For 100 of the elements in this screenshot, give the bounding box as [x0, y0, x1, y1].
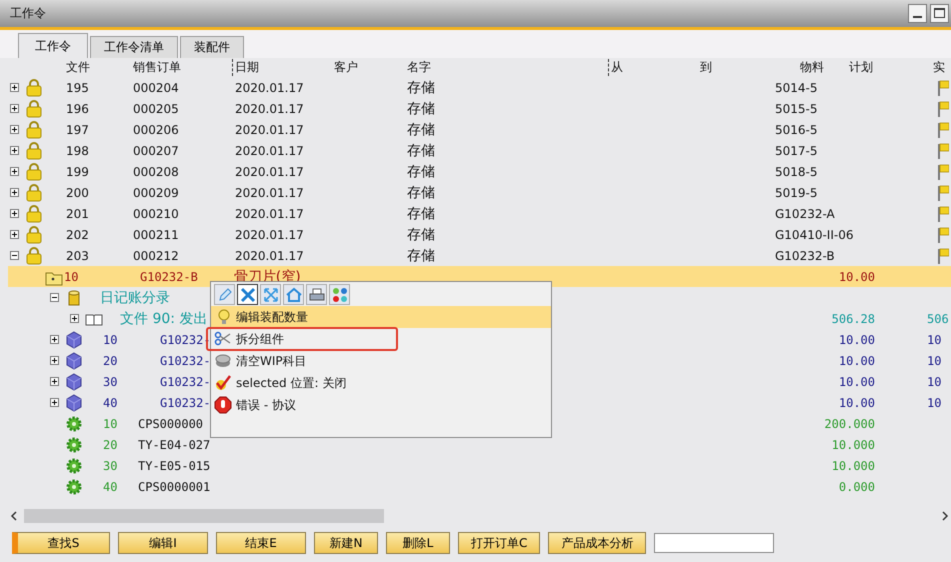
- action-button[interactable]: 删除L: [386, 532, 450, 554]
- table-cell-text: 000212: [133, 248, 180, 262]
- printer-icon[interactable]: [306, 284, 327, 305]
- menu-item[interactable]: 清空WIP科目: [211, 350, 551, 372]
- lock-icon: [25, 100, 43, 118]
- expander[interactable]: [10, 230, 19, 239]
- lock-icon: [25, 246, 43, 264]
- table-cell-text: 20: [103, 438, 118, 452]
- menu-item[interactable]: 错误 - 协议: [211, 394, 551, 416]
- minimize-button[interactable]: [908, 4, 927, 23]
- table-cell-text: G10232-B: [775, 248, 836, 262]
- table-cell: G10232-: [160, 396, 211, 410]
- table-cell-text: 2020.01.17: [235, 228, 305, 242]
- table-cell-text: 200: [66, 186, 90, 200]
- table-cell-text: 10: [927, 354, 942, 368]
- table-cell-text: 000209: [133, 186, 180, 200]
- expander[interactable]: [50, 377, 59, 386]
- column-header: 从: [608, 59, 700, 76]
- table-cell-text: 10: [927, 396, 942, 410]
- action-button[interactable]: 结束E: [216, 532, 306, 554]
- table-cell-text: 10: [103, 416, 118, 430]
- flag-icon: [937, 100, 949, 116]
- tab[interactable]: 工作令清单: [90, 36, 178, 58]
- input-field[interactable]: [654, 533, 774, 553]
- table-cell-text: 199: [66, 164, 90, 178]
- gear-icon: [65, 456, 83, 474]
- table-cell-text: 2020.01.17: [235, 144, 305, 158]
- menu-item[interactable]: 编辑装配数量: [211, 306, 551, 328]
- table-cell-text: 5017-5: [775, 144, 819, 158]
- table-cell: 日记账分录: [100, 288, 170, 306]
- expander[interactable]: [50, 335, 59, 344]
- table-cell-text: 20: [103, 354, 118, 368]
- dots-icon[interactable]: [329, 284, 350, 305]
- tab[interactable]: 装配件: [180, 36, 244, 58]
- table-cell-text: 10: [103, 332, 118, 346]
- table-cell-text: 000204: [133, 80, 180, 94]
- tab[interactable]: 工作令: [18, 33, 88, 58]
- expander[interactable]: [10, 125, 19, 134]
- menu-item[interactable]: selected 位置: 关闭: [211, 372, 551, 394]
- expander[interactable]: [50, 356, 59, 365]
- table-cell-text: 196: [66, 102, 90, 116]
- table-cell-text: 5016-5: [775, 122, 819, 136]
- table-cell-text: 201: [66, 206, 90, 220]
- column-header: 物料: [799, 59, 825, 76]
- expander[interactable]: [10, 104, 19, 113]
- menu-item[interactable]: 拆分组件: [211, 328, 551, 350]
- table-cell-text: 2020.01.17: [235, 164, 305, 178]
- column-header: 名字: [407, 59, 432, 76]
- flag-icon: [937, 248, 949, 264]
- table-cell-text: 存储: [407, 204, 436, 222]
- table-cell-text: 10.000: [830, 458, 875, 472]
- table-cell-text: 存储: [407, 78, 436, 96]
- action-button[interactable]: 编辑I: [118, 532, 208, 554]
- table-cell: G10232-: [160, 354, 211, 368]
- table-cell-text: 000211: [133, 228, 180, 242]
- action-button[interactable]: 新建N: [314, 532, 378, 554]
- expander[interactable]: [10, 146, 19, 155]
- expander[interactable]: [10, 83, 19, 92]
- table-cell-text: 2020.01.17: [235, 186, 305, 200]
- table-cell-text: 存储: [407, 184, 436, 202]
- action-button[interactable]: 查找S: [12, 532, 110, 554]
- scissors-icon: [214, 330, 232, 348]
- table-cell-text: 000207: [133, 144, 180, 158]
- flag-icon: [937, 226, 949, 242]
- expander[interactable]: [50, 398, 59, 407]
- gear-icon: [65, 478, 83, 496]
- table-cell-text: 5018-5: [775, 164, 819, 178]
- gear-icon: [65, 414, 83, 432]
- table-cell-text: 10.00: [838, 374, 875, 388]
- action-button[interactable]: 打开订单C: [458, 532, 540, 554]
- tools-icon[interactable]: [237, 284, 258, 305]
- expander[interactable]: [70, 314, 79, 323]
- cube-icon: [65, 352, 83, 370]
- scroll-thumb[interactable]: [24, 509, 384, 523]
- table-cell-text: 2020.01.17: [235, 102, 305, 116]
- expander[interactable]: [50, 293, 59, 302]
- table-cell-text: 000210: [133, 206, 180, 220]
- table-cell-text: 506.28: [830, 312, 875, 326]
- cube-icon: [65, 330, 83, 348]
- column-header: 计划: [849, 59, 874, 76]
- table-cell: TY-E05-015: [138, 458, 210, 472]
- lock-icon: [25, 204, 43, 222]
- expander[interactable]: [10, 167, 19, 176]
- expander[interactable]: [10, 209, 19, 218]
- maximize-button[interactable]: [930, 4, 949, 23]
- table-cell-text: 5015-5: [775, 102, 819, 116]
- expander[interactable]: [10, 188, 19, 197]
- table-cell-text: 存储: [407, 142, 436, 160]
- lock-icon: [25, 226, 43, 244]
- table-cell-text: 存储: [407, 120, 436, 138]
- expander[interactable]: [10, 251, 19, 260]
- table-cell-text: 存储: [407, 226, 436, 244]
- table-cell: TY-E04-027: [138, 438, 210, 452]
- table-cell-text: 195: [66, 80, 90, 94]
- table-cell: G10232-B: [140, 270, 198, 284]
- table-cell-text: 203: [66, 248, 90, 262]
- column-header: 客户: [334, 59, 359, 76]
- flag-icon: [937, 142, 949, 158]
- table-cell-text: 0.000: [838, 480, 875, 494]
- action-button[interactable]: 产品成本分析: [548, 532, 646, 554]
